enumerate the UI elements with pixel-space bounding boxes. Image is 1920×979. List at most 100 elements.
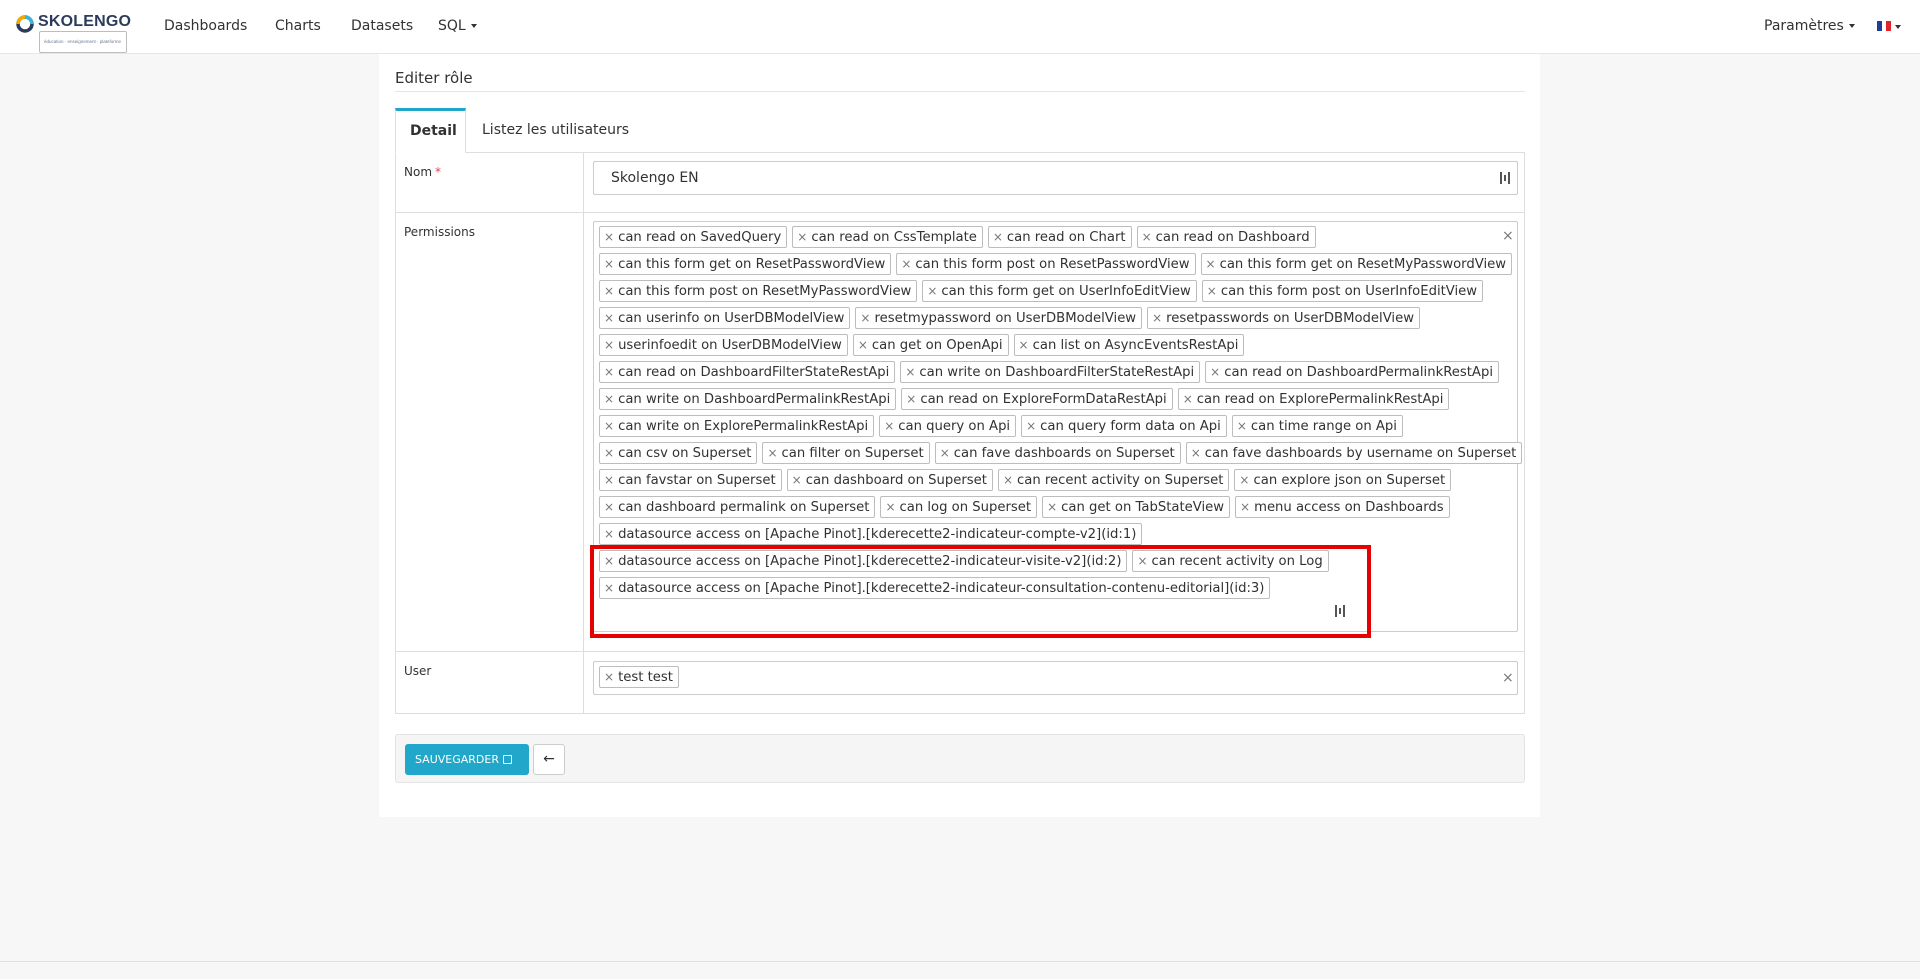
tag-label: can explore json on Superset (1253, 473, 1446, 488)
label-cell: User (396, 652, 584, 713)
remove-tag-icon[interactable]: × (885, 500, 895, 514)
remove-tag-icon[interactable]: × (1152, 311, 1162, 325)
selected-tag: × can query on Api (879, 415, 1017, 437)
remove-tag-icon[interactable]: × (884, 419, 894, 433)
tag-label: can this form get on UserInfoEditView (941, 284, 1191, 299)
chevron-down-icon[interactable] (1895, 25, 1901, 29)
tag-label: can recent activity on Superset (1017, 473, 1224, 488)
remove-tag-icon[interactable]: × (604, 473, 614, 487)
remove-tag-icon[interactable]: × (1183, 392, 1193, 406)
remove-tag-icon[interactable]: × (905, 365, 915, 379)
keyboard-extension-icon[interactable] (1500, 172, 1510, 184)
clear-all-icon[interactable]: × (1502, 228, 1514, 244)
page-title: Editer rôle (395, 69, 473, 87)
remove-tag-icon[interactable]: × (767, 446, 777, 460)
remove-tag-icon[interactable]: × (797, 230, 807, 244)
language-flag-icon[interactable] (1877, 21, 1892, 31)
remove-tag-icon[interactable]: × (1207, 284, 1217, 298)
nav-charts[interactable]: Charts (275, 18, 321, 34)
remove-tag-icon[interactable]: × (1210, 365, 1220, 379)
remove-tag-icon[interactable]: × (1019, 338, 1029, 352)
selected-tag: × can csv on Superset (599, 442, 758, 464)
tag-label: can log on Superset (899, 500, 1032, 515)
selected-tag: × can read on ExplorePermalinkRestApi (1177, 388, 1450, 410)
name-label-text: Nom (404, 165, 433, 179)
name-label: Nom * (404, 165, 441, 179)
nav-dashboards[interactable]: Dashboards (164, 18, 247, 34)
remove-tag-icon[interactable]: × (858, 338, 868, 352)
selected-tag: × can read on Chart (987, 226, 1132, 248)
tag-label: menu access on Dashboards (1254, 500, 1444, 515)
tag-label: userinfoedit on UserDBModelView (618, 338, 842, 353)
tab-detail[interactable]: Detail (395, 108, 466, 153)
remove-tag-icon[interactable]: × (604, 230, 614, 244)
remove-tag-icon[interactable]: × (860, 311, 870, 325)
remove-tag-icon[interactable]: × (1142, 230, 1152, 244)
skolengo-logo[interactable]: SKOLENGO éducation · enseignement · plat… (15, 12, 143, 53)
selected-tag: × can explore json on Superset (1234, 469, 1452, 491)
name-input[interactable]: Skolengo EN (593, 161, 1518, 195)
back-button[interactable]: ← (533, 744, 565, 775)
tag-label: can this form post on ResetPasswordView (915, 257, 1190, 272)
remove-tag-icon[interactable]: × (604, 338, 614, 352)
nav-settings-label: Paramètres (1764, 18, 1844, 34)
chevron-down-icon (470, 24, 477, 28)
remove-tag-icon[interactable]: × (604, 284, 614, 298)
remove-tag-icon[interactable]: × (940, 446, 950, 460)
remove-tag-icon[interactable]: × (604, 500, 614, 514)
tag-label: can read on CssTemplate (811, 230, 977, 245)
selected-tag: × can fave dashboards by username on Supe… (1185, 442, 1523, 464)
top-navbar: SKOLENGO éducation · enseignement · plat… (0, 0, 1920, 54)
remove-tag-icon[interactable]: × (1239, 473, 1249, 487)
remove-tag-icon[interactable]: × (927, 284, 937, 298)
remove-tag-icon[interactable]: × (604, 670, 614, 684)
remove-tag-icon[interactable]: × (604, 257, 614, 271)
remove-tag-icon[interactable]: × (604, 446, 614, 460)
user-tag-list: × test test (599, 666, 1539, 688)
tag-label: can get on TabStateView (1061, 500, 1225, 515)
tag-label: can read on ExplorePermalinkRestApi (1196, 392, 1444, 407)
remove-tag-icon[interactable]: × (604, 527, 614, 541)
save-button[interactable]: SAUVEGARDER (405, 744, 529, 775)
remove-tag-icon[interactable]: × (604, 311, 614, 325)
selected-tag: × can log on Superset (880, 496, 1038, 518)
form-actions: SAUVEGARDER ← (395, 734, 1525, 783)
selected-tag: × can this form post on ResetMyPasswordVi… (599, 280, 918, 302)
remove-tag-icon[interactable]: × (1026, 419, 1036, 433)
user-label: User (404, 664, 432, 678)
selected-tag: × can read on ExploreFormDataRestApi (901, 388, 1173, 410)
tag-label: can csv on Superset (618, 446, 752, 461)
selected-tag: × resetpasswords on UserDBModelView (1147, 307, 1420, 329)
tag-label: can read on ExploreFormDataRestApi (920, 392, 1167, 407)
remove-tag-icon[interactable]: × (604, 365, 614, 379)
tag-label: can filter on Superset (781, 446, 924, 461)
remove-tag-icon[interactable]: × (901, 257, 911, 271)
remove-tag-icon[interactable]: × (1191, 446, 1201, 460)
remove-tag-icon[interactable]: × (1240, 500, 1250, 514)
tag-label: can this form get on ResetPasswordView (618, 257, 886, 272)
user-multiselect[interactable]: × test test × (593, 661, 1518, 695)
nav-settings-dropdown[interactable]: Paramètres (1764, 18, 1855, 34)
remove-tag-icon[interactable]: × (792, 473, 802, 487)
remove-tag-icon[interactable]: × (906, 392, 916, 406)
selected-tag: × can list on AsyncEventsRestApi (1013, 334, 1245, 356)
nav-datasets[interactable]: Datasets (351, 18, 413, 34)
remove-tag-icon[interactable]: × (604, 392, 614, 406)
selected-tag: × userinfoedit on UserDBModelView (599, 334, 848, 356)
name-input-value: Skolengo EN (611, 170, 699, 186)
remove-tag-icon[interactable]: × (604, 419, 614, 433)
nav-sql-dropdown[interactable]: SQL (438, 18, 477, 34)
selected-tag: × can this form get on UserInfoEditView (922, 280, 1197, 302)
remove-tag-icon[interactable]: × (1206, 257, 1216, 271)
remove-tag-icon[interactable]: × (1003, 473, 1013, 487)
tag-label: can write on ExplorePermalinkRestApi (618, 419, 869, 434)
tag-label: can read on Chart (1006, 230, 1126, 245)
remove-tag-icon[interactable]: × (1237, 419, 1247, 433)
selected-tag: × test test (599, 666, 679, 688)
remove-tag-icon[interactable]: × (993, 230, 1003, 244)
selected-tag: × can this form get on ResetPasswordView (599, 253, 892, 275)
tab-list-users[interactable]: Listez les utilisateurs (468, 108, 643, 153)
remove-tag-icon[interactable]: × (1047, 500, 1057, 514)
clear-all-icon[interactable]: × (1502, 670, 1514, 686)
selected-tag: × resetmypassword on UserDBModelView (855, 307, 1143, 329)
